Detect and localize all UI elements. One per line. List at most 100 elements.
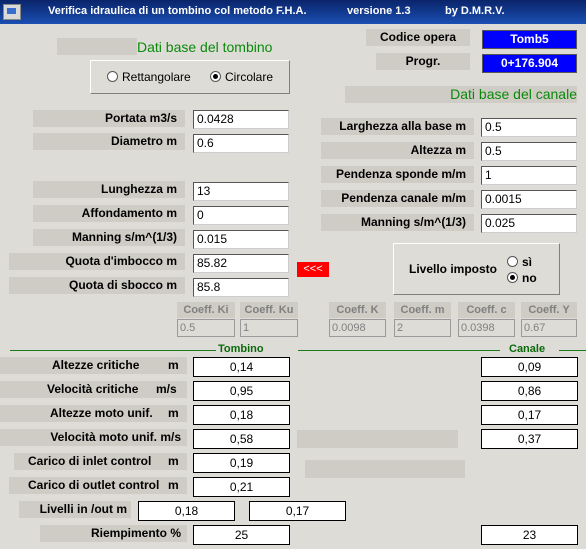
pendenza-sponde-label: Pendenza sponde m/m <box>321 166 474 183</box>
manning-canale-label: Manning s/m^(1/3) <box>321 214 474 231</box>
radio-rettangolare-label: Rettangolare <box>122 70 191 84</box>
coeff-m-label: Coeff. m <box>394 302 451 318</box>
radio-circolare[interactable]: Circolare <box>210 70 273 84</box>
altezza-label: Altezza m <box>321 142 474 159</box>
larghezza-label: Larghezza alla base m <box>321 118 474 135</box>
radio-rettangolare[interactable]: Rettangolare <box>107 70 191 84</box>
divider-middle <box>298 350 500 351</box>
velocita-critiche-text: Velocità critiche <box>47 382 139 396</box>
manning-tombino-label: Manning s/m^(1/3) <box>33 229 185 246</box>
altezze-moto-tombino: 0,18 <box>193 405 290 425</box>
lunghezza-label: Lunghezza m <box>33 181 185 198</box>
altezze-critiche-text: Altezze critiche <box>52 358 140 372</box>
radio-livello-si-label: sì <box>522 255 533 269</box>
coeff-ku-label: Coeff. Ku <box>240 302 298 318</box>
riempimento-canale: 23 <box>481 525 578 545</box>
quota-sbocco-input[interactable]: 85.8 <box>193 278 289 297</box>
manning-canale-input[interactable]: 0.025 <box>481 214 577 233</box>
blank-panel-2 <box>305 460 465 478</box>
portata-label: Portata m3/s <box>33 110 185 127</box>
altezze-critiche-unit: m <box>168 358 179 372</box>
altezze-moto-label: Altezze moto unif. m <box>0 405 187 422</box>
radio-circolare-indicator[interactable] <box>210 71 221 82</box>
livelli-in-value: 0,18 <box>138 501 235 521</box>
window-version: versione 1.3 <box>347 5 411 17</box>
shape-group: Rettangolare Circolare <box>90 60 290 94</box>
velocita-critiche-tombino: 0,95 <box>193 381 290 401</box>
copy-level-button[interactable]: <<< <box>297 262 329 277</box>
canale-results-header: Canale <box>509 343 546 355</box>
diametro-input[interactable]: 0.6 <box>193 134 289 153</box>
radio-livello-no-indicator[interactable] <box>507 272 518 283</box>
radio-livello-no[interactable]: no <box>507 271 537 285</box>
pendenza-sponde-input[interactable]: 1 <box>481 166 577 185</box>
carico-inlet-text: Carico di inlet control <box>28 454 152 468</box>
altezze-moto-text: Altezze moto unif. <box>50 406 153 420</box>
app-icon[interactable] <box>3 4 21 20</box>
carico-outlet-unit: m <box>168 478 179 492</box>
radio-rettangolare-indicator[interactable] <box>107 71 118 82</box>
window-author: by D.M.R.V. <box>445 5 505 17</box>
coeff-m-input[interactable]: 2 <box>394 319 451 337</box>
header-spacer <box>57 38 137 55</box>
radio-livello-si[interactable]: sì <box>507 255 532 269</box>
affondamento-label: Affondamento m <box>33 205 185 222</box>
tombino-results-header: Tombino <box>218 343 264 355</box>
dati-tombino-heading: Dati base del tombino <box>137 39 273 55</box>
title-bar: Verifica idraulica di un tombino col met… <box>0 0 586 24</box>
quota-imbocco-input[interactable]: 85.82 <box>193 254 289 273</box>
coeff-y-input[interactable]: 0.67 <box>521 319 577 337</box>
codice-opera-field[interactable]: Tomb5 <box>482 30 577 49</box>
velocita-moto-label: Velocità moto unif. m/s <box>0 429 187 446</box>
altezze-moto-canale: 0,17 <box>481 405 578 425</box>
codice-opera-label: Codice opera <box>366 29 470 46</box>
velocita-critiche-unit: m/s <box>156 382 177 396</box>
carico-inlet-label: Carico di inlet control m <box>14 453 187 470</box>
affondamento-input[interactable]: 0 <box>193 206 289 225</box>
manning-tombino-input[interactable]: 0.015 <box>193 230 289 249</box>
radio-livello-si-indicator[interactable] <box>507 256 518 267</box>
coeff-ki-input[interactable]: 0.5 <box>177 319 235 337</box>
altezza-input[interactable]: 0.5 <box>481 142 577 161</box>
progr-field[interactable]: 0+176.904 <box>482 54 577 73</box>
altezze-moto-unit: m <box>168 406 179 420</box>
velocita-moto-tombino: 0,58 <box>193 429 290 449</box>
velocita-critiche-canale: 0,86 <box>481 381 578 401</box>
livelli-label: Livelli in /out m <box>19 501 131 518</box>
pendenza-canale-input[interactable]: 0.0015 <box>481 190 577 209</box>
carico-inlet-tombino: 0,19 <box>193 453 290 473</box>
portata-input[interactable]: 0.0428 <box>193 110 289 129</box>
divider-right <box>559 350 586 351</box>
riempimento-label: Riempimento % <box>40 525 187 542</box>
carico-outlet-text: Carico di outlet control <box>28 478 160 492</box>
carico-inlet-unit: m <box>168 454 179 468</box>
larghezza-input[interactable]: 0.5 <box>481 118 577 137</box>
dati-canale-heading: Dati base del canale <box>450 86 577 102</box>
blank-panel-1 <box>297 430 458 448</box>
coeff-k-input[interactable]: 0.0098 <box>329 319 386 337</box>
carico-outlet-tombino: 0,21 <box>193 477 290 497</box>
window-title: Verifica idraulica di un tombino col met… <box>48 5 307 17</box>
velocita-moto-canale: 0,37 <box>481 429 578 449</box>
divider-left <box>10 350 216 351</box>
quota-imbocco-label: Quota d'imbocco m <box>9 253 185 270</box>
altezze-critiche-label: Altezze critiche m <box>0 357 187 374</box>
quota-sbocco-label: Quota di sbocco m <box>9 277 185 294</box>
coeff-c-input[interactable]: 0.0398 <box>458 319 515 337</box>
carico-outlet-label: Carico di outlet control m <box>9 477 187 494</box>
altezze-critiche-canale: 0,09 <box>481 357 578 377</box>
livello-label: Livello imposto <box>409 262 498 276</box>
lunghezza-input[interactable]: 13 <box>193 182 289 201</box>
altezze-critiche-tombino: 0,14 <box>193 357 290 377</box>
coeff-ki-label: Coeff. Ki <box>177 302 235 318</box>
diametro-label: Diametro m <box>33 133 185 150</box>
radio-circolare-label: Circolare <box>225 70 274 84</box>
coeff-k-label: Coeff. K <box>329 302 386 318</box>
dati-canale-bar: Dati base del canale <box>345 86 577 103</box>
radio-livello-no-label: no <box>522 271 537 285</box>
coeff-c-label: Coeff. c <box>458 302 515 318</box>
velocita-critiche-label: Velocità critiche m/s <box>0 381 187 398</box>
coeff-y-label: Coeff. Y <box>521 302 577 318</box>
pendenza-canale-label: Pendenza canale m/m <box>321 190 474 207</box>
coeff-ku-input[interactable]: 1 <box>240 319 298 337</box>
